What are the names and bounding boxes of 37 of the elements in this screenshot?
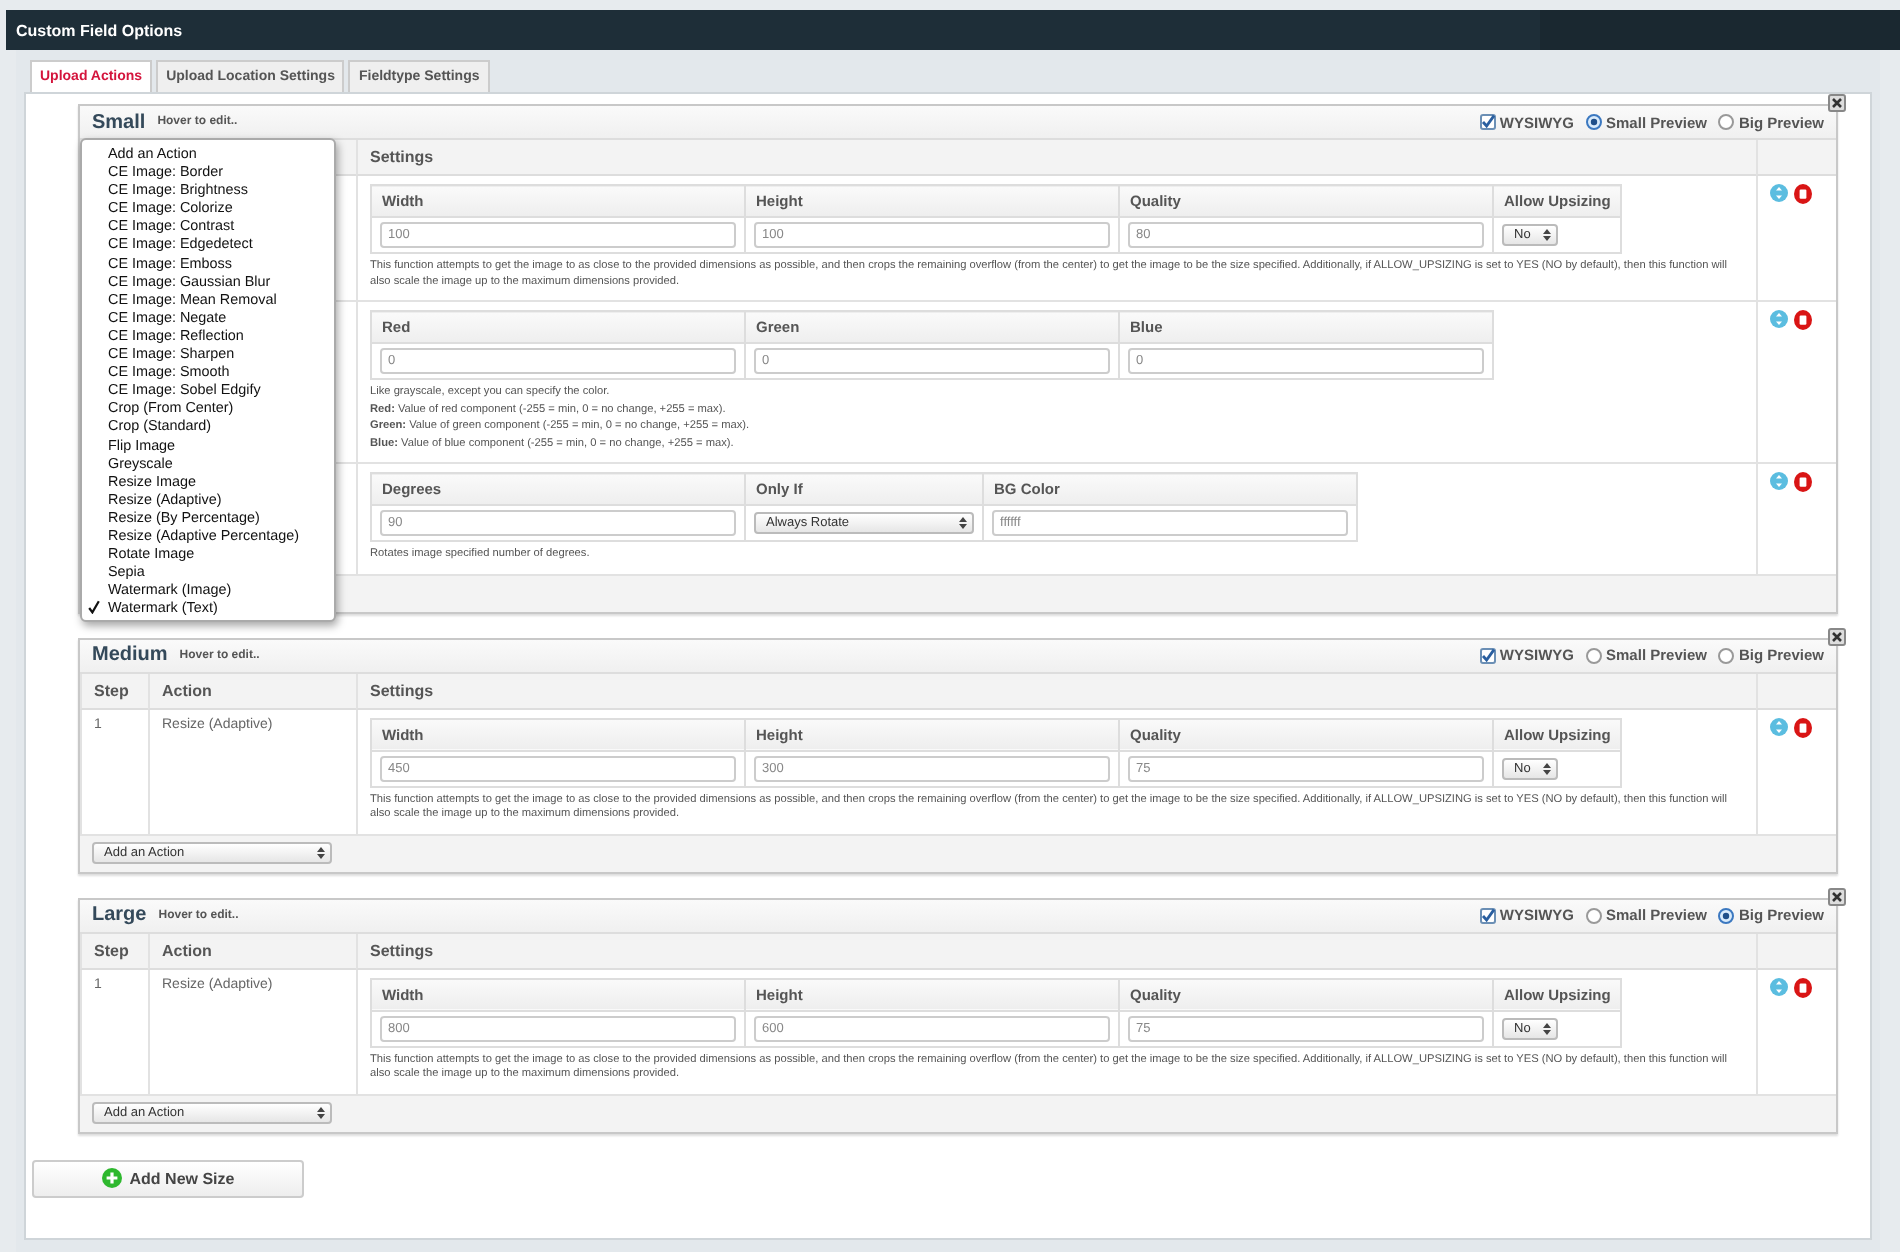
- size-name: Large: [92, 904, 147, 926]
- size-name: Medium: [92, 644, 168, 666]
- radio-button[interactable]: [1718, 114, 1735, 130]
- column-header: Step: [80, 673, 148, 709]
- delete-icon[interactable]: [1794, 310, 1812, 330]
- column-header: Settings: [356, 933, 1756, 969]
- close-icon[interactable]: [1828, 887, 1846, 905]
- delete-icon[interactable]: [1794, 184, 1812, 204]
- column-header: Action: [148, 933, 356, 969]
- close-icon[interactable]: [1828, 94, 1846, 112]
- checkbox[interactable]: [1479, 647, 1496, 663]
- select-arrows-icon: [316, 1106, 326, 1120]
- delete-icon[interactable]: [1794, 717, 1812, 737]
- delete-icon[interactable]: [1794, 472, 1812, 492]
- radio-button[interactable]: [1586, 114, 1603, 130]
- add-new-size-button[interactable]: Add New Size: [32, 1159, 304, 1197]
- radio-button[interactable]: [1586, 647, 1603, 663]
- checkbox[interactable]: [1479, 907, 1496, 923]
- column-header: Step: [80, 933, 148, 969]
- select-arrows-icon: [1542, 228, 1552, 242]
- column-header: Settings: [356, 140, 1756, 176]
- check-icon: [88, 600, 100, 615]
- column-header: Action: [148, 673, 356, 709]
- select-arrows-icon: [958, 516, 968, 530]
- delete-icon[interactable]: [1794, 977, 1812, 997]
- plus-icon: [101, 1168, 122, 1188]
- radio-button[interactable]: [1718, 647, 1735, 663]
- size-name: Small: [92, 111, 146, 133]
- radio-button[interactable]: [1586, 907, 1603, 923]
- radio-button[interactable]: [1718, 907, 1735, 923]
- select-arrows-icon: [1542, 761, 1552, 775]
- page-title: Custom Field Options: [16, 21, 183, 39]
- close-icon[interactable]: [1828, 627, 1846, 645]
- checkbox[interactable]: [1479, 114, 1496, 130]
- column-header: Settings: [356, 673, 1756, 709]
- select-arrows-icon: [1542, 1021, 1552, 1035]
- select-arrows-icon: [316, 846, 326, 860]
